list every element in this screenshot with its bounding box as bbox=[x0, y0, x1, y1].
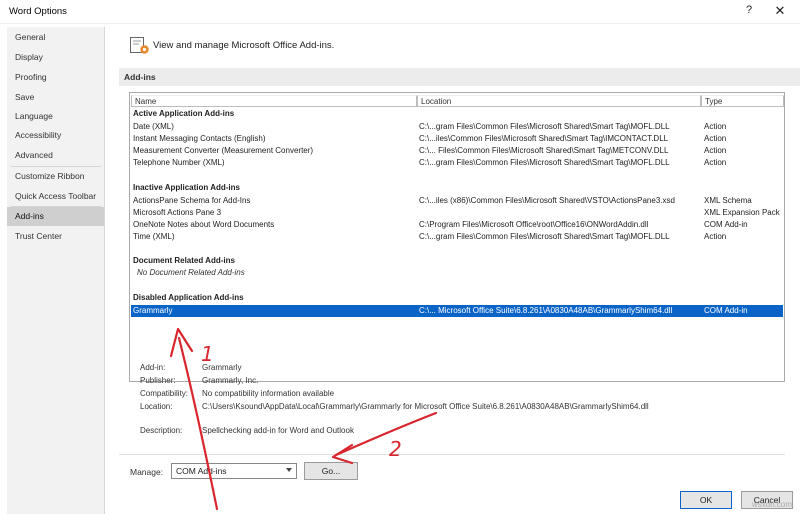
add-ins-gear-icon bbox=[130, 37, 149, 54]
row-name: Grammarly bbox=[133, 306, 173, 315]
row-location: C:\...gram Files\Common Files\Microsoft … bbox=[419, 122, 670, 131]
detail-value-description: Spellchecking add-in for Word and Outloo… bbox=[202, 426, 354, 435]
manage-dropdown[interactable]: COM Add-ins bbox=[171, 463, 297, 479]
sidebar-item-accessibility[interactable]: Accessibility bbox=[7, 126, 104, 145]
detail-label-location: Location: bbox=[140, 402, 173, 411]
row-type: Action bbox=[704, 232, 727, 241]
options-sidebar: General Display Proofing Save Language A… bbox=[7, 27, 105, 514]
row-location: C:\... Microsoft Office Suite\6.8.261\A0… bbox=[419, 306, 673, 315]
sidebar-item-add-ins[interactable]: Add-ins bbox=[7, 207, 104, 226]
table-row[interactable]: Telephone Number (XML) C:\...gram Files\… bbox=[131, 157, 783, 169]
row-type: XML Expansion Pack bbox=[704, 208, 780, 217]
row-name: Microsoft Actions Pane 3 bbox=[133, 208, 222, 217]
row-type: Action bbox=[704, 122, 727, 131]
manage-label: Manage: bbox=[130, 467, 164, 477]
sidebar-item-customize-ribbon[interactable]: Customize Ribbon bbox=[7, 167, 104, 186]
row-location: C:\...iles (x86)\Common Files\Microsoft … bbox=[419, 196, 675, 205]
row-type: Action bbox=[704, 158, 727, 167]
go-button[interactable]: Go... bbox=[304, 462, 358, 480]
table-row[interactable]: ActionsPane Schema for Add-Ins C:\...ile… bbox=[131, 195, 783, 207]
detail-value-add-in: Grammarly bbox=[202, 363, 242, 372]
table-row-selected[interactable]: Grammarly C:\... Microsoft Office Suite\… bbox=[131, 305, 783, 317]
row-location: C:\...gram Files\Common Files\Microsoft … bbox=[419, 232, 670, 241]
ok-button[interactable]: OK bbox=[680, 491, 732, 509]
sidebar-item-trust-center[interactable]: Trust Center bbox=[7, 227, 104, 246]
sidebar-item-quick-access-toolbar[interactable]: Quick Access Toolbar bbox=[7, 187, 104, 206]
group-header-inactive: Inactive Application Add-ins bbox=[133, 183, 240, 192]
section-label: Add-ins bbox=[124, 72, 156, 82]
group-header-disabled: Disabled Application Add-ins bbox=[133, 293, 244, 302]
help-button[interactable]: ? bbox=[740, 4, 758, 20]
column-header-name[interactable]: Name bbox=[131, 95, 417, 107]
table-row[interactable]: Date (XML) C:\...gram Files\Common Files… bbox=[131, 121, 783, 133]
row-name: Date (XML) bbox=[133, 122, 174, 131]
sidebar-item-save[interactable]: Save bbox=[7, 88, 104, 107]
row-name: Instant Messaging Contacts (English) bbox=[133, 134, 266, 143]
manage-divider bbox=[119, 454, 785, 455]
row-name: OneNote Notes about Word Documents bbox=[133, 220, 275, 229]
row-type: XML Schema bbox=[704, 196, 752, 205]
row-location: C:\...iles\Common Files\Microsoft Shared… bbox=[419, 134, 669, 143]
detail-value-compatibility: No compatibility information available bbox=[202, 389, 335, 398]
chevron-down-icon bbox=[286, 468, 292, 472]
sidebar-item-display[interactable]: Display bbox=[7, 48, 104, 67]
table-row[interactable]: Instant Messaging Contacts (English) C:\… bbox=[131, 133, 783, 145]
title-bar: Word Options ? ✕ bbox=[0, 0, 800, 24]
detail-label-publisher: Publisher: bbox=[140, 376, 176, 385]
row-location: C:\...gram Files\Common Files\Microsoft … bbox=[419, 158, 670, 167]
row-name: Measurement Converter (Measurement Conve… bbox=[133, 146, 314, 155]
add-ins-panel: View and manage Microsoft Office Add-ins… bbox=[110, 27, 800, 514]
detail-label-compatibility: Compatibility: bbox=[140, 389, 189, 398]
row-type: COM Add-in bbox=[704, 220, 748, 229]
column-header-type[interactable]: Type bbox=[701, 95, 784, 107]
sidebar-item-proofing[interactable]: Proofing bbox=[7, 68, 104, 87]
detail-label-add-in: Add-in: bbox=[140, 363, 166, 372]
table-row[interactable]: Time (XML) C:\...gram Files\Common Files… bbox=[131, 231, 783, 243]
section-header: Add-ins bbox=[119, 68, 800, 86]
sidebar-item-language[interactable]: Language bbox=[7, 107, 104, 126]
empty-group-message: No Document Related Add-ins bbox=[137, 268, 245, 277]
row-location: C:\... Files\Common Files\Microsoft Shar… bbox=[419, 146, 669, 155]
panel-header-text: View and manage Microsoft Office Add-ins… bbox=[153, 40, 335, 51]
sidebar-item-general[interactable]: General bbox=[7, 28, 104, 47]
row-type: COM Add-in bbox=[704, 306, 748, 315]
row-name: Time (XML) bbox=[133, 232, 175, 241]
group-header-active: Active Application Add-ins bbox=[133, 109, 235, 118]
window-title: Word Options bbox=[9, 6, 67, 17]
table-row[interactable]: Microsoft Actions Pane 3 XML Expansion P… bbox=[131, 207, 783, 219]
table-row[interactable]: Measurement Converter (Measurement Conve… bbox=[131, 145, 783, 157]
detail-value-publisher: Grammarly, Inc. bbox=[202, 376, 259, 385]
watermark: wsxdn.com bbox=[752, 500, 793, 509]
row-name: ActionsPane Schema for Add-Ins bbox=[133, 196, 251, 205]
group-header-document: Document Related Add-ins bbox=[133, 256, 235, 265]
table-row[interactable]: OneNote Notes about Word Documents C:\Pr… bbox=[131, 219, 783, 231]
detail-value-location: C:\Users\Ksound\AppData\Local\Grammarly\… bbox=[202, 402, 649, 411]
close-button[interactable]: ✕ bbox=[770, 3, 790, 21]
row-type: Action bbox=[704, 146, 727, 155]
row-name: Telephone Number (XML) bbox=[133, 158, 225, 167]
row-type: Action bbox=[704, 134, 727, 143]
sidebar-item-advanced[interactable]: Advanced bbox=[7, 146, 104, 165]
row-location: C:\Program Files\Microsoft Office\root\O… bbox=[419, 220, 649, 229]
add-ins-list[interactable]: Name Location Type Active Application Ad… bbox=[129, 92, 785, 382]
column-header-location[interactable]: Location bbox=[417, 95, 701, 107]
detail-label-description: Description: bbox=[140, 426, 183, 435]
manage-dropdown-value: COM Add-ins bbox=[176, 466, 227, 476]
